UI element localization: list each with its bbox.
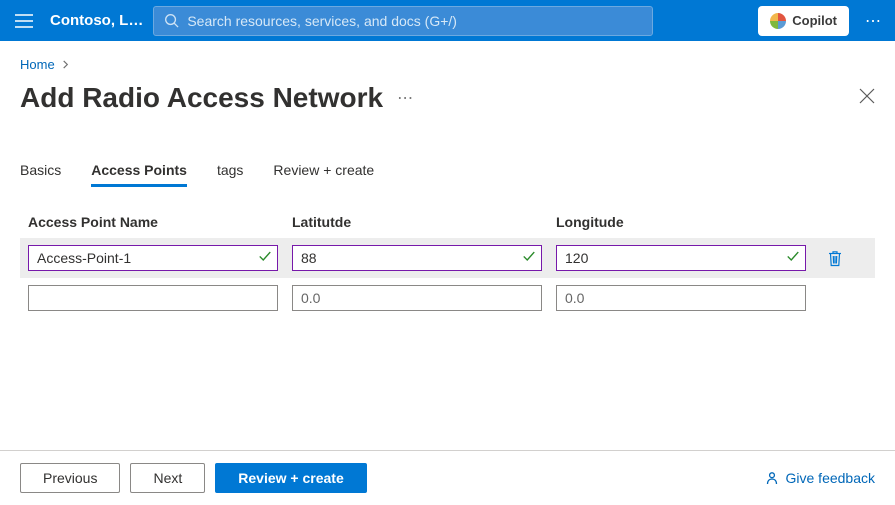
chevron-right-icon	[61, 57, 70, 72]
check-icon	[258, 249, 272, 268]
grid-row	[20, 278, 875, 318]
tab-access-points[interactable]: Access Points	[91, 156, 187, 186]
hamburger-menu-button[interactable]	[8, 5, 40, 37]
feedback-icon	[764, 470, 780, 486]
breadcrumb: Home	[20, 57, 875, 72]
page-content: Home Add Radio Access Network ⋯ Basics A…	[0, 41, 895, 318]
latitude-input[interactable]	[292, 285, 542, 311]
review-create-button[interactable]: Review + create	[215, 463, 366, 493]
title-row: Add Radio Access Network ⋯	[20, 82, 875, 114]
portal-header: Contoso, L… Search resources, services, …	[0, 0, 895, 41]
column-header-name: Access Point Name	[28, 214, 278, 230]
grid-header-row: Access Point Name Latitutde Longitude	[20, 214, 875, 238]
search-icon	[164, 13, 179, 28]
hamburger-icon	[15, 14, 33, 28]
copilot-button[interactable]: Copilot	[758, 6, 849, 36]
latitude-cell	[292, 245, 542, 271]
trash-icon	[827, 250, 843, 267]
latitude-input[interactable]	[292, 245, 542, 271]
next-button[interactable]: Next	[130, 463, 205, 493]
latitude-cell	[292, 285, 542, 311]
search-placeholder: Search resources, services, and docs (G+…	[187, 13, 457, 29]
close-icon	[859, 88, 875, 104]
access-point-name-input[interactable]	[28, 285, 278, 311]
wizard-footer: Previous Next Review + create Give feedb…	[0, 450, 895, 505]
access-point-name-cell	[28, 245, 278, 271]
search-box[interactable]: Search resources, services, and docs (G+…	[153, 6, 653, 36]
header-more-button[interactable]: ⋯	[859, 5, 887, 37]
delete-row-button[interactable]	[820, 250, 850, 267]
check-icon	[522, 249, 536, 268]
longitude-input[interactable]	[556, 245, 806, 271]
access-point-name-input[interactable]	[28, 245, 278, 271]
longitude-cell	[556, 285, 806, 311]
column-header-latitude: Latitutde	[292, 214, 542, 230]
longitude-input[interactable]	[556, 285, 806, 311]
give-feedback-label: Give feedback	[786, 470, 876, 486]
tab-strip: Basics Access Points tags Review + creat…	[20, 156, 875, 186]
grid-row	[20, 238, 875, 278]
access-points-grid: Access Point Name Latitutde Longitude	[20, 214, 875, 318]
previous-button[interactable]: Previous	[20, 463, 120, 493]
tab-basics[interactable]: Basics	[20, 156, 61, 186]
access-point-name-cell	[28, 285, 278, 311]
give-feedback-link[interactable]: Give feedback	[764, 470, 876, 486]
close-blade-button[interactable]	[859, 88, 875, 109]
longitude-cell	[556, 245, 806, 271]
copilot-label: Copilot	[792, 13, 837, 28]
tab-tags[interactable]: tags	[217, 156, 243, 186]
title-more-button[interactable]: ⋯	[397, 88, 413, 108]
check-icon	[786, 249, 800, 268]
column-header-longitude: Longitude	[556, 214, 806, 230]
tab-review-create[interactable]: Review + create	[273, 156, 374, 186]
copilot-icon	[770, 13, 786, 29]
tenant-name[interactable]: Contoso, L…	[50, 12, 143, 29]
breadcrumb-home-link[interactable]: Home	[20, 57, 55, 72]
page-title: Add Radio Access Network	[20, 82, 383, 114]
